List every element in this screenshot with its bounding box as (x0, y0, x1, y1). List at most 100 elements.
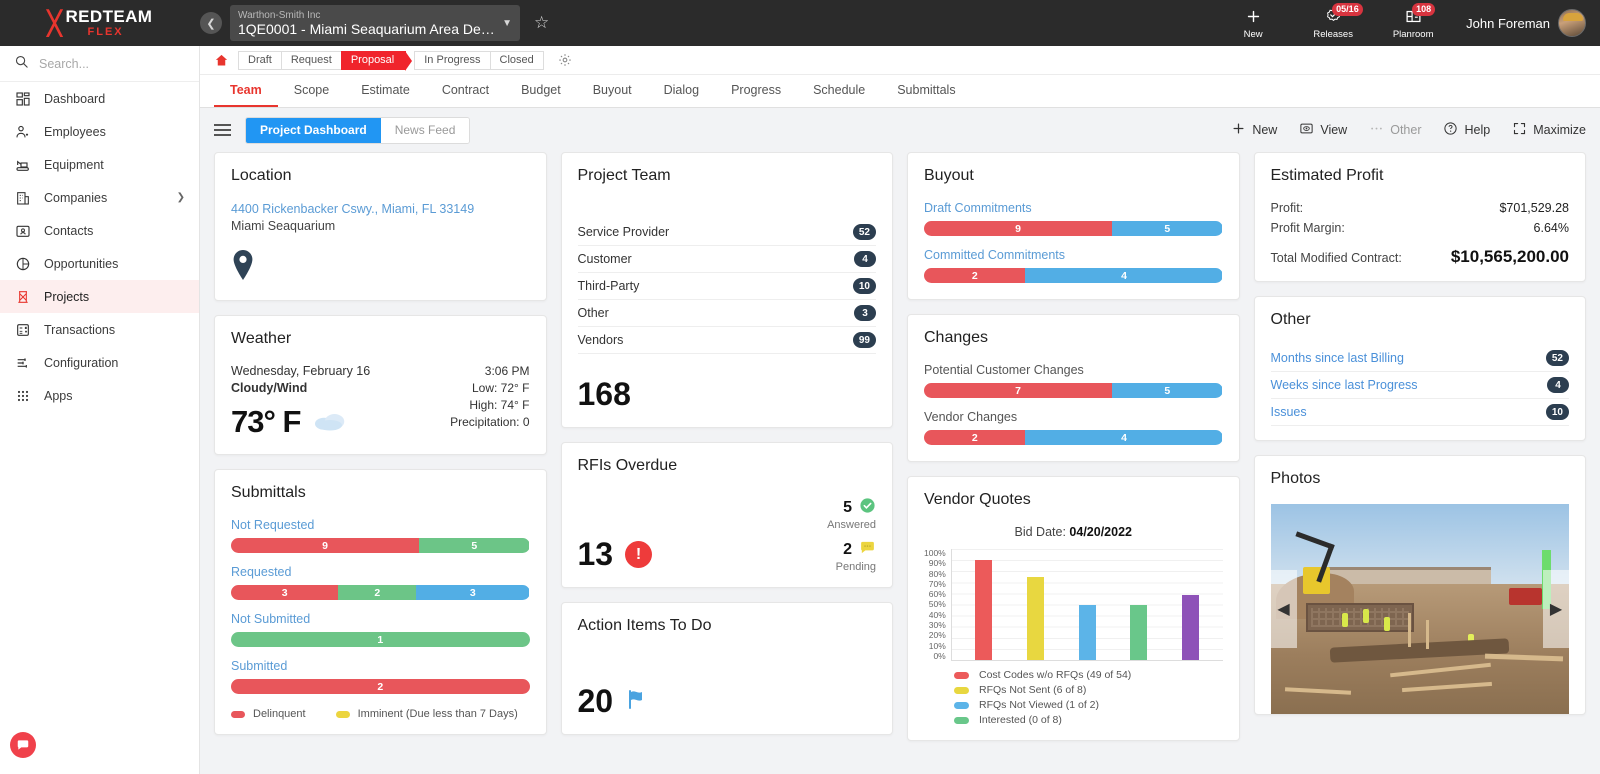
changes-bar[interactable]: 7 5 (924, 383, 1223, 398)
hamburger-icon[interactable] (214, 124, 231, 136)
bar-segment: 2 (924, 268, 1026, 283)
chart-bar[interactable] (975, 560, 993, 660)
status-chip-proposal[interactable]: Proposal (340, 50, 413, 71)
home-icon[interactable] (214, 53, 229, 68)
application-root: ╳ REDTEAM FLEX ❮ Warthon-Smith Inc 1QE00… (0, 0, 1600, 774)
submittals-card: Submittals Not Requested 9 5 Requested 3… (214, 469, 547, 735)
status-chip-in-progress[interactable]: In Progress (414, 50, 491, 70)
toolbar-new-button[interactable]: New (1231, 121, 1277, 139)
tab-budget[interactable]: Budget (505, 75, 577, 107)
toolbar-help-button[interactable]: Help (1443, 121, 1490, 139)
tab-progress[interactable]: Progress (715, 75, 797, 107)
body-row: Dashboard Employees Equipment Companies (0, 46, 1600, 774)
buyout-bar[interactable]: 9 5 (924, 221, 1223, 236)
submittals-bar[interactable]: 9 5 (231, 538, 530, 553)
sidebar-item-configuration[interactable]: Configuration (0, 346, 199, 379)
eye-icon (1299, 121, 1314, 139)
toolbar-view-label: View (1320, 123, 1348, 137)
location-address-link[interactable]: 4400 Rickenbacker Cswy., Miami, FL 33149 (231, 201, 530, 218)
rfis-overdue-card: RFIs Overdue 13 ! 5 Answered 2 Pending (560, 442, 893, 588)
total-contract-label: Total Modified Contract: (1270, 251, 1402, 265)
tab-buyout[interactable]: Buyout (577, 75, 648, 107)
legend-item: Interested (0 of 8) (954, 714, 1223, 726)
project-selector[interactable]: Warthon-Smith Inc 1QE0001 - Miami Seaqua… (230, 5, 520, 41)
table-row[interactable]: Third-Party 10 (577, 273, 876, 300)
table-row[interactable]: Other 3 (577, 300, 876, 327)
photos-card-title: Photos (1270, 470, 1321, 487)
project-title: 1QE0001 - Miami Seaquarium Area Developm… (238, 20, 497, 37)
table-row[interactable]: Service Provider 52 (577, 219, 876, 246)
buyout-card-title: Buyout (924, 167, 974, 184)
chart-bar[interactable] (1026, 576, 1044, 660)
chart-bar[interactable] (1130, 604, 1148, 660)
table-row[interactable]: Months since last Billing 52 (1270, 345, 1569, 372)
search-input[interactable] (39, 56, 169, 71)
legend-swatch-icon (954, 686, 969, 694)
gear-icon[interactable] (558, 53, 572, 67)
y-tick: 80% (928, 568, 946, 579)
submittals-bar[interactable]: 2 (231, 679, 530, 694)
photo-prev-button[interactable]: ◀ (1270, 570, 1297, 648)
sidebar-search[interactable] (0, 46, 199, 82)
sidebar-item-equipment[interactable]: Equipment (0, 148, 199, 181)
submittals-bar[interactable]: 1 (231, 632, 530, 647)
sidebar-item-transactions[interactable]: Transactions (0, 313, 199, 346)
toolbar-view-button[interactable]: View (1299, 121, 1347, 139)
sidebar-item-companies[interactable]: Companies ❯ (0, 181, 199, 214)
tab-dialog[interactable]: Dialog (648, 75, 715, 107)
sidebar-item-label: Apps (44, 388, 73, 403)
photo-carousel[interactable]: ◀ ▶ (1270, 504, 1569, 714)
toolbar-maximize-button[interactable]: Maximize (1512, 121, 1586, 139)
submittals-bar[interactable]: 3 2 3 (231, 585, 530, 600)
table-row[interactable]: Customer 4 (577, 246, 876, 273)
other-row-link[interactable]: Issues (1271, 405, 1307, 419)
weather-card: Weather Wednesday, February 16 Cloudy/Wi… (214, 315, 547, 455)
changes-bar[interactable]: 2 4 (924, 430, 1223, 445)
question-circle-icon (1443, 121, 1458, 139)
buyout-bar[interactable]: 2 4 (924, 268, 1223, 283)
sidebar-item-opportunities[interactable]: Opportunities (0, 247, 199, 280)
favorite-star-icon[interactable]: ☆ (534, 13, 549, 33)
user-menu[interactable]: John Foreman (1466, 9, 1586, 37)
bar-segment: 9 (924, 221, 1113, 236)
app-logo[interactable]: ╳ REDTEAM FLEX (0, 8, 200, 38)
tab-schedule[interactable]: Schedule (797, 75, 881, 107)
status-chip-request[interactable]: Request (280, 50, 342, 70)
tab-estimate[interactable]: Estimate (345, 75, 426, 107)
table-row[interactable]: Vendors 99 (577, 327, 876, 354)
sidebar-item-dashboard[interactable]: Dashboard (0, 82, 199, 115)
sidebar-item-apps[interactable]: Apps (0, 379, 199, 412)
profit-margin-row: Profit Margin: 6.64% (1271, 221, 1570, 235)
planroom-button[interactable]: 108 Planroom (1386, 2, 1440, 40)
tab-scope[interactable]: Scope (278, 75, 345, 107)
table-row[interactable]: Issues 10 (1270, 399, 1569, 426)
segment-news-feed[interactable]: News Feed (380, 117, 470, 143)
chat-icon[interactable] (10, 732, 36, 758)
status-chip-closed[interactable]: Closed (489, 50, 544, 70)
sidebar-collapse-button[interactable]: ❮ (200, 12, 222, 34)
segment-project-dashboard[interactable]: Project Dashboard (246, 117, 381, 143)
map-pin-icon (231, 249, 530, 286)
other-row-link[interactable]: Months since last Billing (1271, 351, 1404, 365)
sidebar-item-projects[interactable]: Projects (0, 280, 199, 313)
status-chip-draft[interactable]: Draft (238, 50, 282, 70)
weather-condition: Cloudy/Wind (231, 381, 308, 395)
sidebar-item-contacts[interactable]: Contacts (0, 214, 199, 247)
tab-contract[interactable]: Contract (426, 75, 505, 107)
photo-next-button[interactable]: ▶ (1543, 570, 1569, 648)
sidebar-item-employees[interactable]: Employees (0, 115, 199, 148)
toolbar-other-button[interactable]: Other (1369, 121, 1421, 139)
tab-submittals[interactable]: Submittals (881, 75, 971, 107)
other-row-link[interactable]: Weeks since last Progress (1271, 378, 1418, 392)
planroom-badge: 108 (1412, 2, 1436, 16)
chart-bar[interactable] (1078, 604, 1096, 660)
legend-item: Imminent (Due less than 7 Days) (335, 708, 518, 720)
table-row[interactable]: Weeks since last Progress 4 (1270, 372, 1569, 399)
legend-swatch-icon (954, 671, 969, 679)
chart-bar[interactable] (1182, 594, 1200, 660)
employees-icon (14, 123, 31, 140)
tab-team[interactable]: Team (214, 75, 278, 107)
status-bar: Draft Request Proposal In Progress Close… (200, 46, 1600, 75)
releases-button[interactable]: 05/16 Releases (1306, 2, 1363, 40)
new-button[interactable]: New (1226, 7, 1280, 40)
